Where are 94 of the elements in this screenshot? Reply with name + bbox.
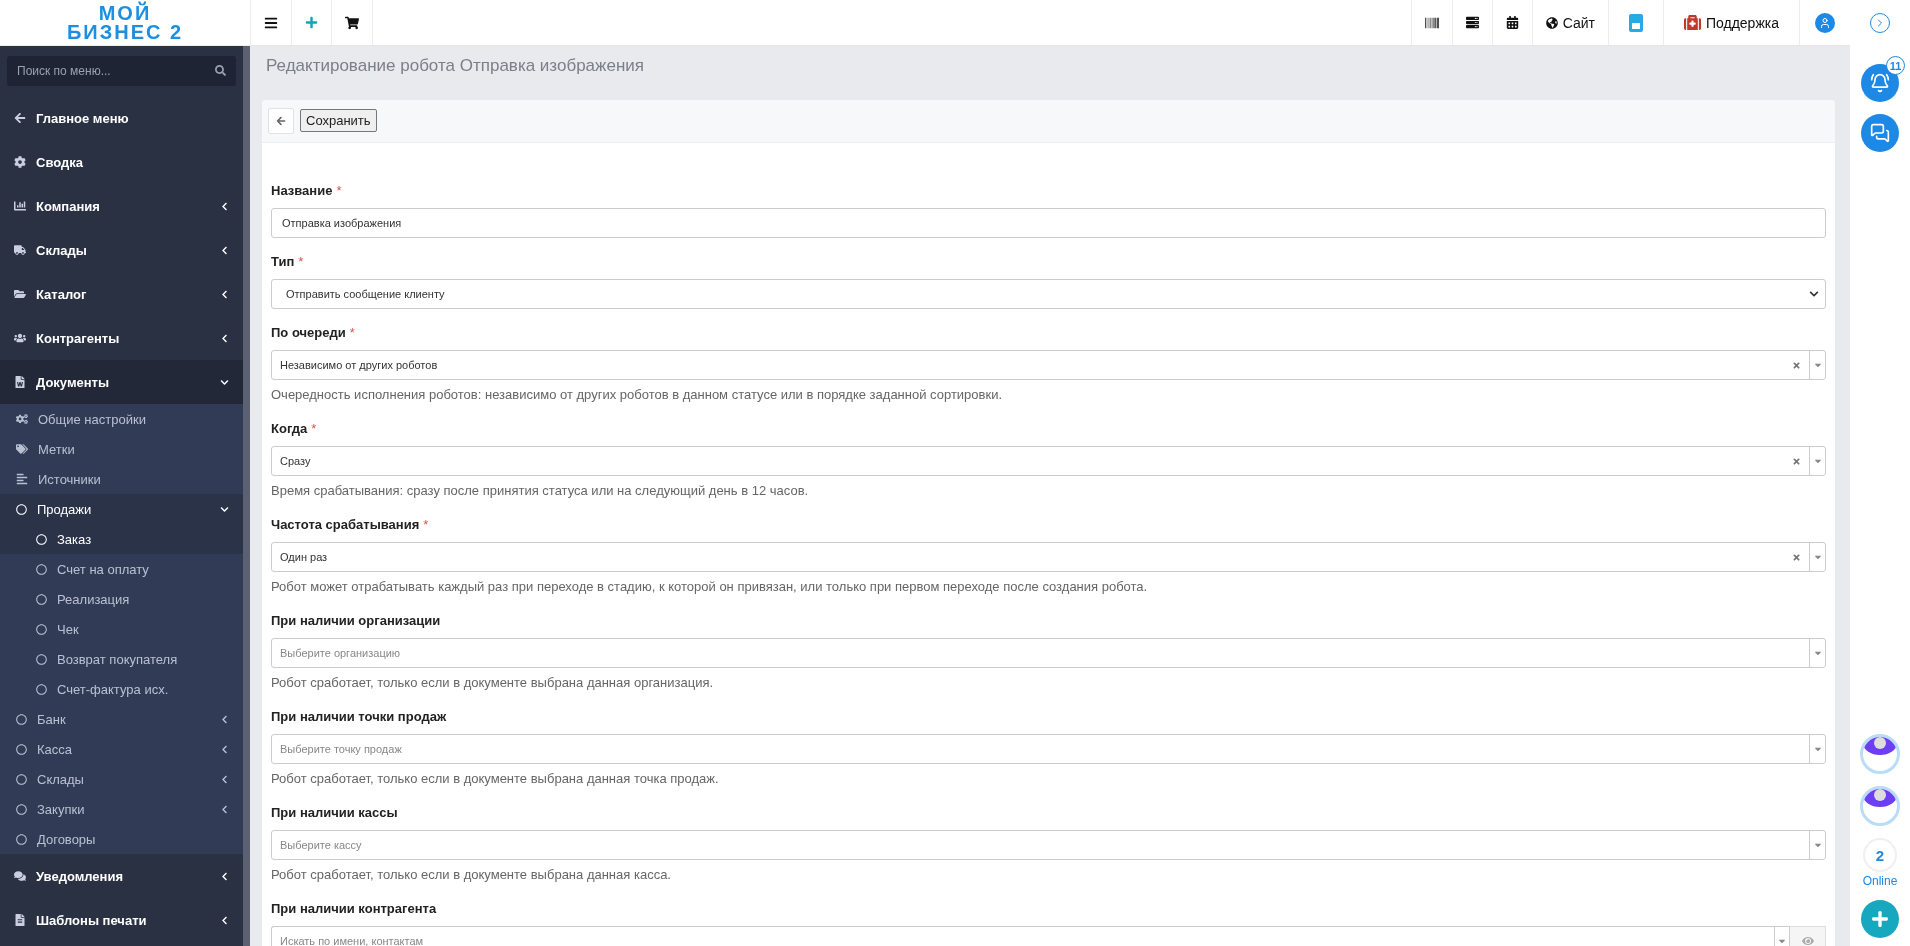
sidebar-item[interactable]: Реализация xyxy=(0,584,243,614)
online-label: Online xyxy=(1862,874,1898,888)
help-text: Очередность исполнения роботов: независимо от других роботов в данном статусе или в порядке заданной сортировки. xyxy=(271,386,1004,404)
field-label: Тип * xyxy=(271,253,305,271)
sidebar-item[interactable]: Склады xyxy=(0,764,243,794)
sidebar-item[interactable]: Склады xyxy=(0,228,243,272)
sidebar-item[interactable]: Заказ xyxy=(0,524,243,554)
chevron-left-icon xyxy=(220,915,229,925)
sidebar-item[interactable]: Компания xyxy=(0,184,243,228)
sidebar-item[interactable]: Закупки xyxy=(0,794,243,824)
field-label: При наличии организации xyxy=(271,612,442,630)
user-icon xyxy=(1815,12,1835,33)
field-label: По очереди * xyxy=(271,324,356,342)
chevron-left-icon xyxy=(220,289,229,299)
calendar-icon xyxy=(1505,16,1519,29)
chevron-left-icon xyxy=(220,245,229,255)
save-button[interactable]: Сохранить xyxy=(300,109,377,132)
chevron-left-icon xyxy=(220,871,229,881)
chat-icon xyxy=(1870,123,1890,143)
sidebar-item[interactable]: Договоры xyxy=(0,824,243,854)
sidebar-item[interactable]: Уведомления xyxy=(0,854,243,898)
notification-count: 11 xyxy=(1886,56,1905,75)
globe-icon xyxy=(1545,16,1558,29)
chevron-down-icon xyxy=(220,504,229,514)
sidebar-item[interactable]: Чек xyxy=(0,614,243,644)
help-text: Робот сработает, только если в документе выбрана данная касса. xyxy=(271,866,672,884)
eye-icon xyxy=(1801,935,1814,946)
text-input[interactable]: Отправка изображения xyxy=(271,208,1826,238)
field-label: При наличии точки продаж xyxy=(271,708,448,726)
clear-icon[interactable] xyxy=(1792,360,1801,370)
sidebar-item[interactable]: Сводка xyxy=(0,140,243,184)
plus-icon xyxy=(1871,910,1889,928)
chevron-down-icon xyxy=(220,377,229,387)
help-text: Робот может отрабатывать каждый раз при переходе в стадию, к которой он привязан, или только при первом переходе после создания робота. xyxy=(271,578,1149,596)
help-text: Время срабатывания: сразу после принятия статуса или на следующий день в 12 часов. xyxy=(271,482,810,500)
sidebar-item[interactable]: Метки xyxy=(0,434,243,464)
notifications-button[interactable] xyxy=(1861,64,1899,102)
clear-icon[interactable] xyxy=(1792,456,1801,466)
app-icon xyxy=(1628,13,1643,32)
sidebar-item[interactable]: Главное меню xyxy=(0,96,243,140)
search-icon[interactable] xyxy=(215,65,226,76)
select-field[interactable]: Выберите организацию xyxy=(271,638,1826,668)
chevron-left-icon xyxy=(220,804,229,814)
clear-icon[interactable] xyxy=(1792,552,1801,562)
chevron-down-icon xyxy=(1809,289,1819,299)
field-label: Название * xyxy=(271,182,343,200)
menu-search-field[interactable]: Поиск по меню... xyxy=(7,56,236,86)
chat-button[interactable] xyxy=(1861,114,1899,152)
sidebar-item[interactable]: Шаблоны печати xyxy=(0,898,243,942)
barcode-button[interactable] xyxy=(1410,0,1453,45)
menu-button[interactable] xyxy=(250,0,292,45)
expand-button[interactable] xyxy=(1870,13,1890,33)
add-button[interactable] xyxy=(1861,900,1899,938)
field-label: При наличии контрагента xyxy=(271,900,438,918)
select-field[interactable]: Независимо от других роботов xyxy=(271,350,1826,380)
field-label: Частота срабатывания * xyxy=(271,516,430,534)
select-field[interactable]: Выберите точку продаж xyxy=(271,734,1826,764)
select-field[interactable]: Сразу xyxy=(271,446,1826,476)
chevron-left-icon xyxy=(220,201,229,211)
sidebar-item[interactable]: Касса xyxy=(0,734,243,764)
arrow-left-icon xyxy=(276,116,286,126)
barcode-icon xyxy=(1424,15,1439,30)
cart-icon xyxy=(345,15,359,30)
online-count: 2 xyxy=(1863,838,1897,872)
select-field[interactable]: Выберите кассу xyxy=(271,830,1826,860)
chevron-left-icon xyxy=(220,774,229,784)
sidebar-item[interactable]: Документы xyxy=(0,360,243,404)
chevron-left-icon xyxy=(220,333,229,343)
chevron-left-icon xyxy=(220,714,229,724)
sidebar-item[interactable]: Возврат покупателя xyxy=(0,644,243,674)
avatar[interactable] xyxy=(1860,734,1900,774)
sidebar-item[interactable]: Источники xyxy=(0,464,243,494)
select-field[interactable]: Один раз xyxy=(271,542,1826,572)
field-label: При наличии кассы xyxy=(271,804,399,822)
plus-icon xyxy=(305,16,318,29)
sidebar-item[interactable]: Счет-фактура исх. xyxy=(0,674,243,704)
sidebar-item[interactable]: Счет на оплату xyxy=(0,554,243,584)
select-field[interactable]: Отправить сообщение клиенту xyxy=(271,279,1826,309)
sidebar-item[interactable]: Общие настройки xyxy=(0,404,243,434)
sidebar-item[interactable]: Каталог xyxy=(0,272,243,316)
avatar[interactable] xyxy=(1860,786,1900,826)
search-field[interactable]: Искать по имени, контактам xyxy=(271,926,1774,946)
medkit-icon xyxy=(1683,14,1701,31)
bell-icon xyxy=(1870,73,1890,93)
field-label: Когда * xyxy=(271,420,318,438)
sidebar-item[interactable]: Банк xyxy=(0,704,243,734)
sidebar-item[interactable]: Контрагенты xyxy=(0,316,243,360)
help-text: Робот сработает, только если в документе выбрана данная точка продаж. xyxy=(271,770,720,788)
chevron-left-icon xyxy=(220,744,229,754)
sidebar-item[interactable]: Продажи xyxy=(0,494,243,524)
server-icon xyxy=(1465,16,1479,29)
back-button[interactable] xyxy=(268,108,294,134)
page-title: Редактирование робота Отправка изображения xyxy=(266,56,645,76)
help-text: Робот сработает, только если в документе выбрана данная организация. xyxy=(271,674,715,692)
